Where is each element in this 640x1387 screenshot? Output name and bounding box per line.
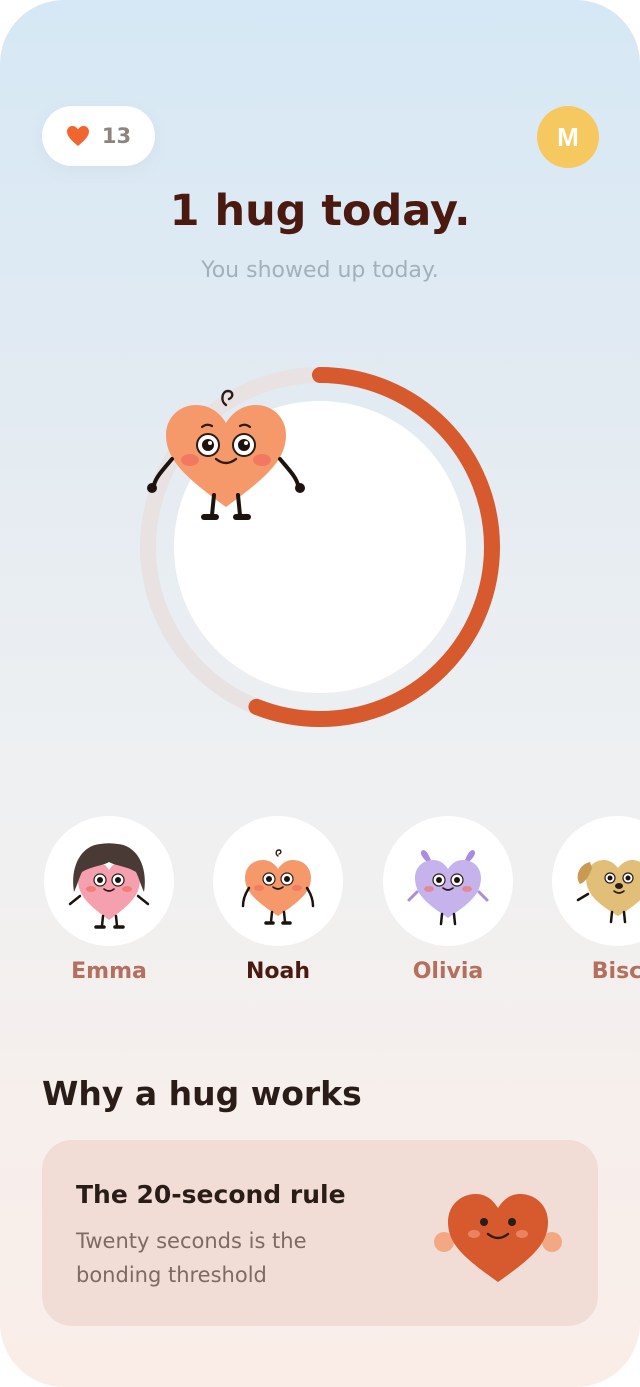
card-text: Twenty seconds is the bonding threshold <box>76 1229 307 1287</box>
info-card[interactable]: The 20-second rule Twenty seconds is the… <box>42 1140 598 1326</box>
biscuit-dog-character <box>576 860 640 924</box>
friend-name: Noah <box>245 959 311 984</box>
friend-name: Emma <box>71 959 147 984</box>
friend-noah[interactable]: Noah <box>213 816 343 984</box>
page-subtitle: You showed up today. <box>201 258 439 283</box>
friend-name: Bisc <box>591 959 640 984</box>
friend-avatar <box>213 816 343 946</box>
heart-icon <box>66 126 89 146</box>
avatar[interactable]: M <box>537 106 599 168</box>
hug-heart-character[interactable] <box>140 367 312 539</box>
hug-progress-ring[interactable] <box>140 367 500 727</box>
section-title: Why a hug works <box>42 1074 362 1113</box>
page-title: 1 hug today. <box>169 186 471 236</box>
olivia-character <box>407 850 489 926</box>
app-screen: 13 M 1 hug today. You showed up today. E… <box>0 0 640 1387</box>
friend-avatar <box>383 816 513 946</box>
friends-row: Emma Noah Olivia Bisc <box>0 816 640 996</box>
friend-emma[interactable]: Emma <box>44 816 174 984</box>
streak-count: 13 <box>101 124 132 148</box>
friend-name: Olivia <box>412 959 484 984</box>
streak-pill[interactable]: 13 <box>42 106 155 166</box>
friend-avatar <box>552 816 640 946</box>
noah-character <box>241 849 315 925</box>
hug-heart-icon <box>434 1194 562 1282</box>
card-title: The 20-second rule <box>76 1180 346 1209</box>
friend-avatar <box>44 816 174 946</box>
emma-character <box>68 843 150 929</box>
friend-biscuit[interactable]: Bisc <box>552 816 640 984</box>
friend-olivia[interactable]: Olivia <box>383 816 513 984</box>
